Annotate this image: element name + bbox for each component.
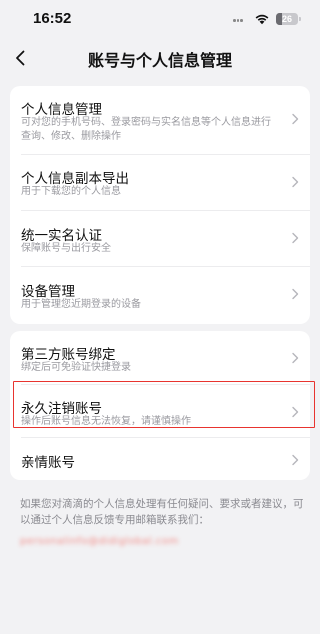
highlight-box — [13, 381, 315, 428]
chevron-right-icon — [292, 176, 299, 188]
row-subtitle: 用于管理您近期登录的设备 — [21, 299, 141, 310]
battery-percentage: 26 — [281, 14, 292, 24]
nav-bar: 账号与个人信息管理 — [0, 40, 320, 76]
chevron-right-icon — [292, 232, 299, 244]
status-time: 16:52 — [33, 10, 72, 27]
third-party-binding-row[interactable]: 第三方账号绑定 绑定后可免验证快捷登录 — [10, 331, 310, 385]
chevron-right-icon — [292, 454, 299, 466]
chevron-right-icon — [292, 288, 299, 300]
row-title: 亲情账号 — [21, 455, 75, 471]
account-info-card: 个人信息管理 可对您的手机号码、登录密码与实名信息等个人信息进行查询、修改、删除… — [10, 86, 310, 324]
family-account-row[interactable]: 亲情账号 — [10, 438, 310, 480]
row-title: 设备管理 — [21, 284, 75, 300]
personal-info-management-row[interactable]: 个人信息管理 可对您的手机号码、登录密码与实名信息等个人信息进行查询、修改、删除… — [10, 86, 310, 155]
device-management-row[interactable]: 设备管理 用于管理您近期登录的设备 — [10, 267, 310, 324]
row-title: 个人信息管理 — [21, 102, 102, 118]
row-subtitle: 保障账号与出行安全 — [21, 243, 111, 254]
footer-note: 如果您对滴滴的个人信息处理有任何疑问、要求或者建议，可以通过个人信息反馈专用邮箱… — [20, 498, 304, 526]
wifi-icon — [255, 14, 269, 25]
page-title: 账号与个人信息管理 — [87, 51, 232, 70]
personal-info-export-row[interactable]: 个人信息副本导出 用于下载您的个人信息 — [10, 155, 310, 211]
feedback-email-link[interactable]: personalinfo@didiglobal.com — [20, 529, 178, 547]
row-subtitle: 用于下载您的个人信息 — [21, 186, 121, 197]
battery-cap — [299, 17, 301, 21]
row-title: 第三方账号绑定 — [21, 347, 116, 363]
real-name-verification-row[interactable]: 统一实名认证 保障账号与出行安全 — [10, 211, 310, 267]
battery-icon: 26 — [276, 13, 298, 25]
row-title: 统一实名认证 — [21, 228, 102, 244]
chevron-right-icon — [292, 352, 299, 364]
feedback-email-text: personalinfo@didiglobal.com — [20, 536, 179, 547]
row-subtitle: 可对您的手机号码、登录密码与实名信息等个人信息进行查询、修改、删除操作 — [21, 117, 271, 142]
row-subtitle: 绑定后可免验证快捷登录 — [21, 362, 131, 373]
signal-dots-icon — [233, 19, 245, 23]
row-title: 个人信息副本导出 — [21, 171, 129, 187]
chevron-right-icon — [292, 113, 299, 125]
status-bar: 16:52 26 — [0, 0, 320, 40]
